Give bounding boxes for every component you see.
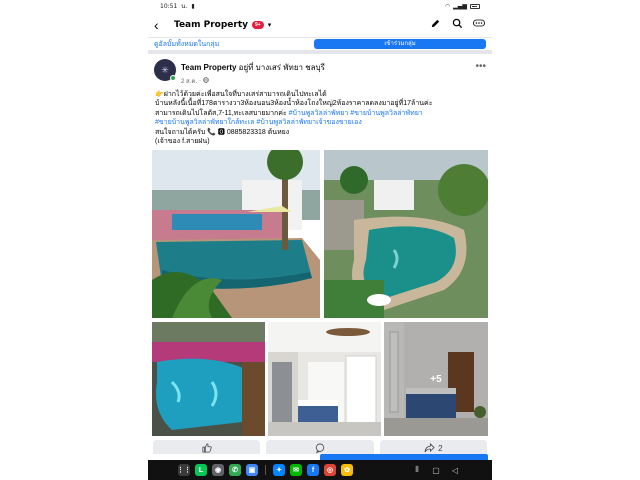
more-horizontal-icon[interactable]: [472, 18, 486, 31]
post-line-text: สามารถเดินไปโลตัส,7-11,ทะเลสบายมากค่ะ: [155, 109, 289, 117]
notification-icon: ▮: [191, 2, 195, 10]
app-grid-icon[interactable]: ⋮⋮: [177, 464, 191, 476]
photo-pool-garden[interactable]: [152, 150, 320, 319]
photo-grid: +5: [152, 150, 488, 437]
gallery-app-icon[interactable]: ✿: [341, 464, 353, 476]
post-text: 👉ฝากไว้ด้วยค่ะเพื่อสนใจที่บางเสร่สามารถเ…: [152, 86, 488, 146]
hashtag-link[interactable]: #ขายบ้านพูลวิลล่าพัทยาใกล้ทะเล #บ้านพูลว…: [155, 119, 362, 126]
recents-icon[interactable]: ⦀: [410, 465, 424, 475]
files-app-icon[interactable]: ▣: [246, 464, 258, 476]
search-icon[interactable]: [450, 18, 464, 32]
photo-pool-night[interactable]: [152, 322, 265, 437]
taskbar-separator: [265, 465, 266, 475]
group-header: ‹ Team Property 9+ ▾: [148, 12, 492, 38]
post-line-text: (เจ้าของ f.สายฝน): [155, 138, 210, 146]
status-right: ◠ ▂▄▆: [445, 3, 480, 10]
post-line: สามารถเดินไปโลตัส,7-11,ทะเลสบายมากค่ะ #บ…: [155, 109, 486, 118]
avatar[interactable]: ✳: [154, 59, 176, 81]
post-author[interactable]: Team Property: [181, 63, 236, 72]
line-app-icon[interactable]: L: [195, 464, 207, 476]
post-more-icon[interactable]: •••: [475, 59, 486, 72]
screen: 10:51 น. ▮ ◠ ▂▄▆ ‹ Team Property 9+ ▾ ดู…: [0, 0, 640, 480]
pencil-icon[interactable]: [428, 18, 442, 32]
post-card: ✳ Team Property อยู่ที่ บางเสร่ พัทยา ชล…: [148, 54, 492, 464]
facebook-app-icon[interactable]: f: [307, 464, 319, 476]
post-date[interactable]: 2 ส.ค.: [181, 76, 197, 86]
post-line: สนใจถามได้ครับ 📞 🅾 0885823318 ต้นหยง: [155, 128, 486, 137]
photo-pool-aerial[interactable]: [324, 150, 488, 319]
more-photos-count: +5: [430, 373, 442, 385]
signal-icon: ▂▄▆: [453, 2, 467, 10]
status-left: 10:51 น. ▮: [160, 1, 195, 11]
join-group-button[interactable]: เข้าร่วมกลุ่ม: [314, 39, 486, 49]
group-title[interactable]: Team Property: [174, 20, 248, 30]
meta-dot: ·: [199, 78, 202, 84]
photo-bedroom[interactable]: [268, 322, 381, 437]
post-header-text: Team Property อยู่ที่ บางเสร่ พัทยา ชลบุ…: [181, 59, 470, 86]
clock-suffix: น.: [181, 3, 188, 10]
battery-icon: [470, 3, 480, 9]
facebook-app: 10:51 น. ▮ ◠ ▂▄▆ ‹ Team Property 9+ ▾ ดู…: [148, 0, 492, 480]
globe-icon: [203, 77, 209, 85]
notification-badge: 9+: [252, 20, 264, 29]
back-icon[interactable]: ◁: [448, 466, 462, 475]
status-bar: 10:51 น. ▮ ◠ ▂▄▆: [148, 0, 492, 12]
camera-app-icon[interactable]: ◉: [212, 464, 224, 476]
chevron-down-icon[interactable]: ▾: [268, 21, 272, 29]
avatar-logo-icon: ✳: [161, 64, 169, 75]
more-photos-overlay[interactable]: +5: [384, 322, 488, 437]
post-line-text: 👉ฝากไว้ด้วยค่ะเพื่อสนใจที่บางเสร่สามารถเ…: [155, 91, 327, 98]
chat-app-icon[interactable]: ✉: [290, 464, 302, 476]
home-icon[interactable]: ▢: [429, 466, 443, 475]
previous-post-strip: ดูอัลบั้มทั้งหมดในกลุ่ม เข้าร่วมกลุ่ม: [148, 38, 492, 54]
wifi-icon: ◠: [444, 2, 451, 10]
messenger-app-icon[interactable]: ✦: [273, 464, 285, 476]
share-count: 2: [438, 444, 443, 454]
taskbar: ⋮⋮ L ◉ ✆ ▣ ✦ ✉ f ◎ ✿ ⦀ ▢ ◁: [148, 460, 492, 480]
post-location[interactable]: อยู่ที่ บางเสร่ พัทยา ชลบุรี: [239, 63, 325, 72]
author-line: Team Property อยู่ที่ บางเสร่ พัทยา ชลบุ…: [181, 61, 470, 74]
post-line: #ขายบ้านพูลวิลล่าพัทยาใกล้ทะเล #บ้านพูลว…: [155, 118, 486, 127]
see-album-link[interactable]: ดูอัลบั้มทั้งหมดในกลุ่ม: [154, 39, 304, 50]
post-header: ✳ Team Property อยู่ที่ บางเสร่ พัทยา ชล…: [152, 59, 488, 86]
hashtag-link[interactable]: #บ้านพูลวิลล่าพัทยา #ขายบ้านพูลวิลล่าพัท…: [289, 110, 423, 117]
phone-app-icon[interactable]: ✆: [229, 464, 241, 476]
clock: 10:51: [160, 2, 178, 10]
back-arrow-icon[interactable]: ‹: [154, 17, 166, 33]
post-line-text: บ้านหลังนี้เนื้อที่178ตารางวา3ห้องนอน3ห้…: [155, 100, 433, 108]
post-line: บ้านหลังนี้เนื้อที่178ตารางวา3ห้องนอน3ห้…: [155, 99, 486, 108]
post-line: (เจ้าของ f.สายฝน): [155, 137, 486, 146]
post-line: 👉ฝากไว้ด้วยค่ะเพื่อสนใจที่บางเสร่สามารถเ…: [155, 90, 486, 99]
post-meta: 2 ส.ค. ·: [181, 76, 470, 86]
online-status-dot: [170, 75, 176, 81]
post-line-text: สนใจถามได้ครับ 📞 🅾 0885823318 ต้นหยง: [155, 128, 290, 136]
photo-bedroom-2[interactable]: +5: [384, 322, 488, 437]
chrome-app-icon[interactable]: ◎: [324, 464, 336, 476]
